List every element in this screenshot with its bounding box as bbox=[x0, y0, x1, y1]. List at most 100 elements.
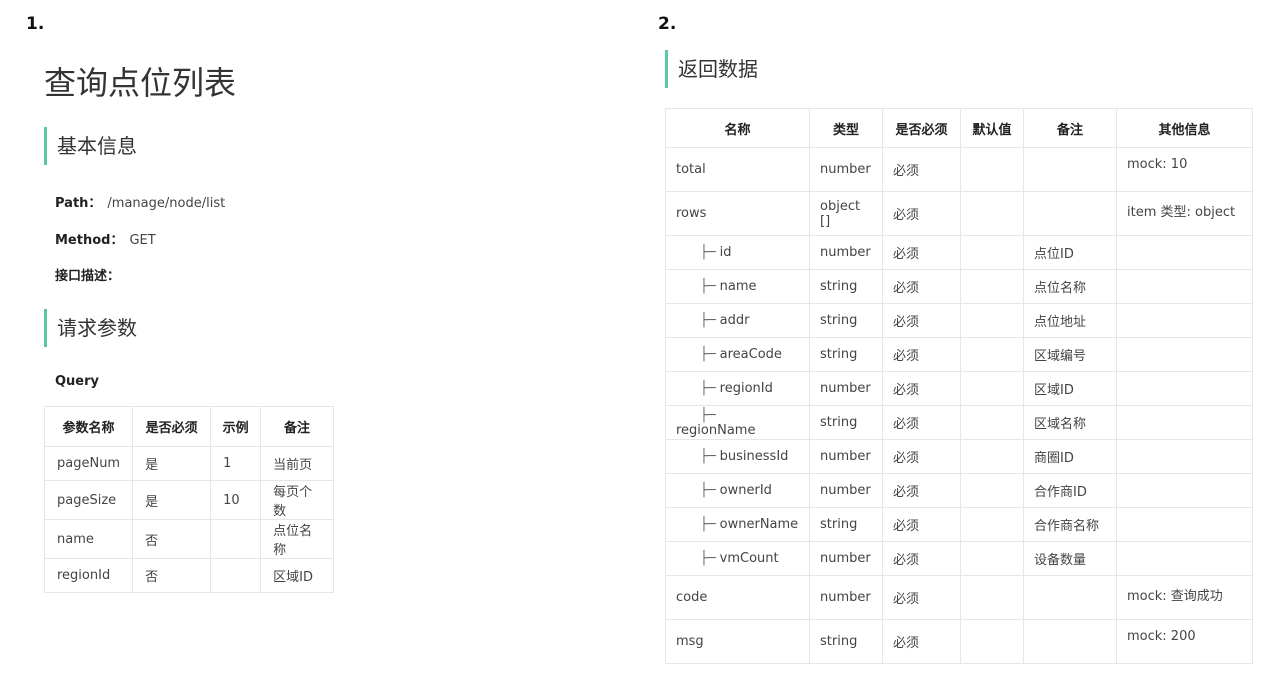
column-header: 备注 bbox=[1023, 108, 1117, 148]
table-cell-other: mock: 200 bbox=[1116, 619, 1253, 664]
table-row: ├─ regionId number 必须 区域ID bbox=[665, 371, 1253, 406]
tree-branch-icon: ├─ bbox=[700, 347, 716, 362]
description-row: 接口描述： bbox=[55, 265, 120, 284]
table-cell: pageSize bbox=[43, 480, 134, 520]
table-cell: 当前页 bbox=[260, 446, 334, 481]
column-header: 默认值 bbox=[960, 108, 1024, 148]
table-cell-other bbox=[1116, 303, 1253, 338]
table-cell-name: ├─ ownerId bbox=[665, 473, 810, 508]
table-cell-req: 必须 bbox=[882, 619, 961, 664]
table-cell-type: number bbox=[809, 235, 883, 270]
column-header: 其他信息 bbox=[1116, 108, 1253, 148]
field-name: addr bbox=[719, 313, 750, 328]
table-cell-note: 合作商ID bbox=[1023, 473, 1117, 508]
table-cell-type: string bbox=[809, 337, 883, 372]
table-cell-req: 必须 bbox=[882, 575, 961, 620]
table-cell-default bbox=[960, 619, 1024, 664]
table-cell-type: number bbox=[809, 473, 883, 508]
table-cell-name: rows bbox=[665, 191, 810, 236]
table-row: ├─ vmCount number 必须 设备数量 bbox=[665, 541, 1253, 576]
table-row: pageNum 是 1 当前页 bbox=[43, 446, 334, 481]
section-number-2: 2. bbox=[658, 14, 677, 34]
table-cell-note: 合作商名称 bbox=[1023, 507, 1117, 542]
tree-branch-icon: ├─ bbox=[700, 279, 716, 294]
table-cell: 否 bbox=[132, 519, 212, 559]
table-cell-default bbox=[960, 575, 1024, 620]
table-cell-other bbox=[1116, 337, 1253, 372]
table-cell-note bbox=[1023, 147, 1117, 192]
table-cell-name: ├─ areaCode bbox=[665, 337, 810, 372]
table-row: regionId 否 区域ID bbox=[43, 558, 334, 593]
table-cell-type: number bbox=[809, 371, 883, 406]
column-header: 是否必须 bbox=[882, 108, 961, 148]
table-cell: 否 bbox=[132, 558, 212, 593]
table-cell-type: number bbox=[809, 575, 883, 620]
tree-branch-icon: ├─ bbox=[700, 407, 716, 423]
tree-branch-icon: ├─ bbox=[700, 313, 716, 328]
field-name: vmCount bbox=[719, 551, 779, 566]
table-cell-type: number bbox=[809, 541, 883, 576]
tree-branch-icon: ├─ bbox=[700, 449, 716, 464]
field-name: ownerId bbox=[719, 483, 772, 498]
table-row: ├─ id number 必须 点位ID bbox=[665, 235, 1253, 270]
table-cell-other bbox=[1116, 507, 1253, 542]
table-cell: name bbox=[43, 519, 134, 559]
table-row: ├─ addr string 必须 点位地址 bbox=[665, 303, 1253, 338]
table-cell-note: 设备数量 bbox=[1023, 541, 1117, 576]
path-row: Path： /manage/node/list bbox=[55, 192, 225, 211]
table-header-row: 名称 类型 是否必须 默认值 备注 其他信息 bbox=[665, 108, 1253, 148]
method-row: Method： GET bbox=[55, 229, 156, 248]
table-cell-req: 必须 bbox=[882, 439, 961, 474]
request-params-heading: 请求参数 bbox=[44, 309, 137, 347]
table-cell-name: ├─ addr bbox=[665, 303, 810, 338]
table-cell-type: string bbox=[809, 303, 883, 338]
table-row: ├─ businessId number 必须 商圈ID bbox=[665, 439, 1253, 474]
path-value: /manage/node/list bbox=[107, 196, 226, 211]
table-cell-note bbox=[1023, 575, 1117, 620]
table-cell-note bbox=[1023, 619, 1117, 664]
table-cell-name: code bbox=[665, 575, 810, 620]
table-cell: 是 bbox=[132, 446, 212, 481]
method-value: GET bbox=[129, 233, 156, 248]
table-cell-type: number bbox=[809, 147, 883, 192]
table-cell-default bbox=[960, 269, 1024, 304]
table-cell-note: 商圈ID bbox=[1023, 439, 1117, 474]
table-cell: pageNum bbox=[43, 446, 134, 481]
response-data-table: 名称 类型 是否必须 默认值 备注 其他信息 total number 必须 mock… bbox=[665, 108, 1253, 664]
table-cell-name: ├─ id bbox=[665, 235, 810, 270]
table-row: code number 必须 mock: 查询成功 bbox=[665, 575, 1253, 620]
field-name: ownerName bbox=[719, 517, 799, 532]
table-cell-default bbox=[960, 439, 1024, 474]
table-cell-type: string bbox=[809, 405, 883, 440]
table-cell-default bbox=[960, 191, 1024, 236]
table-cell-other bbox=[1116, 235, 1253, 270]
table-row: total number 必须 mock: 10 bbox=[665, 147, 1253, 192]
tree-branch-icon: ├─ bbox=[700, 245, 716, 260]
table-cell-req: 必须 bbox=[882, 147, 961, 192]
table-cell-default bbox=[960, 147, 1024, 192]
table-cell-note: 区域ID bbox=[1023, 371, 1117, 406]
table-cell: 每页个数 bbox=[260, 480, 334, 520]
section-number-1: 1. bbox=[26, 14, 45, 34]
table-cell-req: 必须 bbox=[882, 473, 961, 508]
table-cell-other: mock: 查询成功 bbox=[1116, 575, 1253, 620]
column-header: 示例 bbox=[210, 406, 262, 447]
table-cell-name: ├─ name bbox=[665, 269, 810, 304]
table-cell-default bbox=[960, 303, 1024, 338]
table-cell-other bbox=[1116, 541, 1253, 576]
table-cell: 区域ID bbox=[260, 558, 334, 593]
table-cell-req: 必须 bbox=[882, 371, 961, 406]
table-row: ├─ ownerName string 必须 合作商名称 bbox=[665, 507, 1253, 542]
response-data-heading: 返回数据 bbox=[665, 50, 758, 88]
page-title: 查询点位列表 bbox=[44, 64, 237, 102]
table-cell-req: 必须 bbox=[882, 191, 961, 236]
table-cell-req: 必须 bbox=[882, 337, 961, 372]
table-cell: 点位名称 bbox=[260, 519, 334, 559]
table-cell-type: number bbox=[809, 439, 883, 474]
table-cell-req: 必须 bbox=[882, 235, 961, 270]
table-header-row: 参数名称 是否必须 示例 备注 bbox=[43, 406, 334, 447]
table-cell-req: 必须 bbox=[882, 507, 961, 542]
table-row: msg string 必须 mock: 200 bbox=[665, 619, 1253, 664]
table-cell-note: 区域名称 bbox=[1023, 405, 1117, 440]
field-name: name bbox=[719, 279, 757, 294]
